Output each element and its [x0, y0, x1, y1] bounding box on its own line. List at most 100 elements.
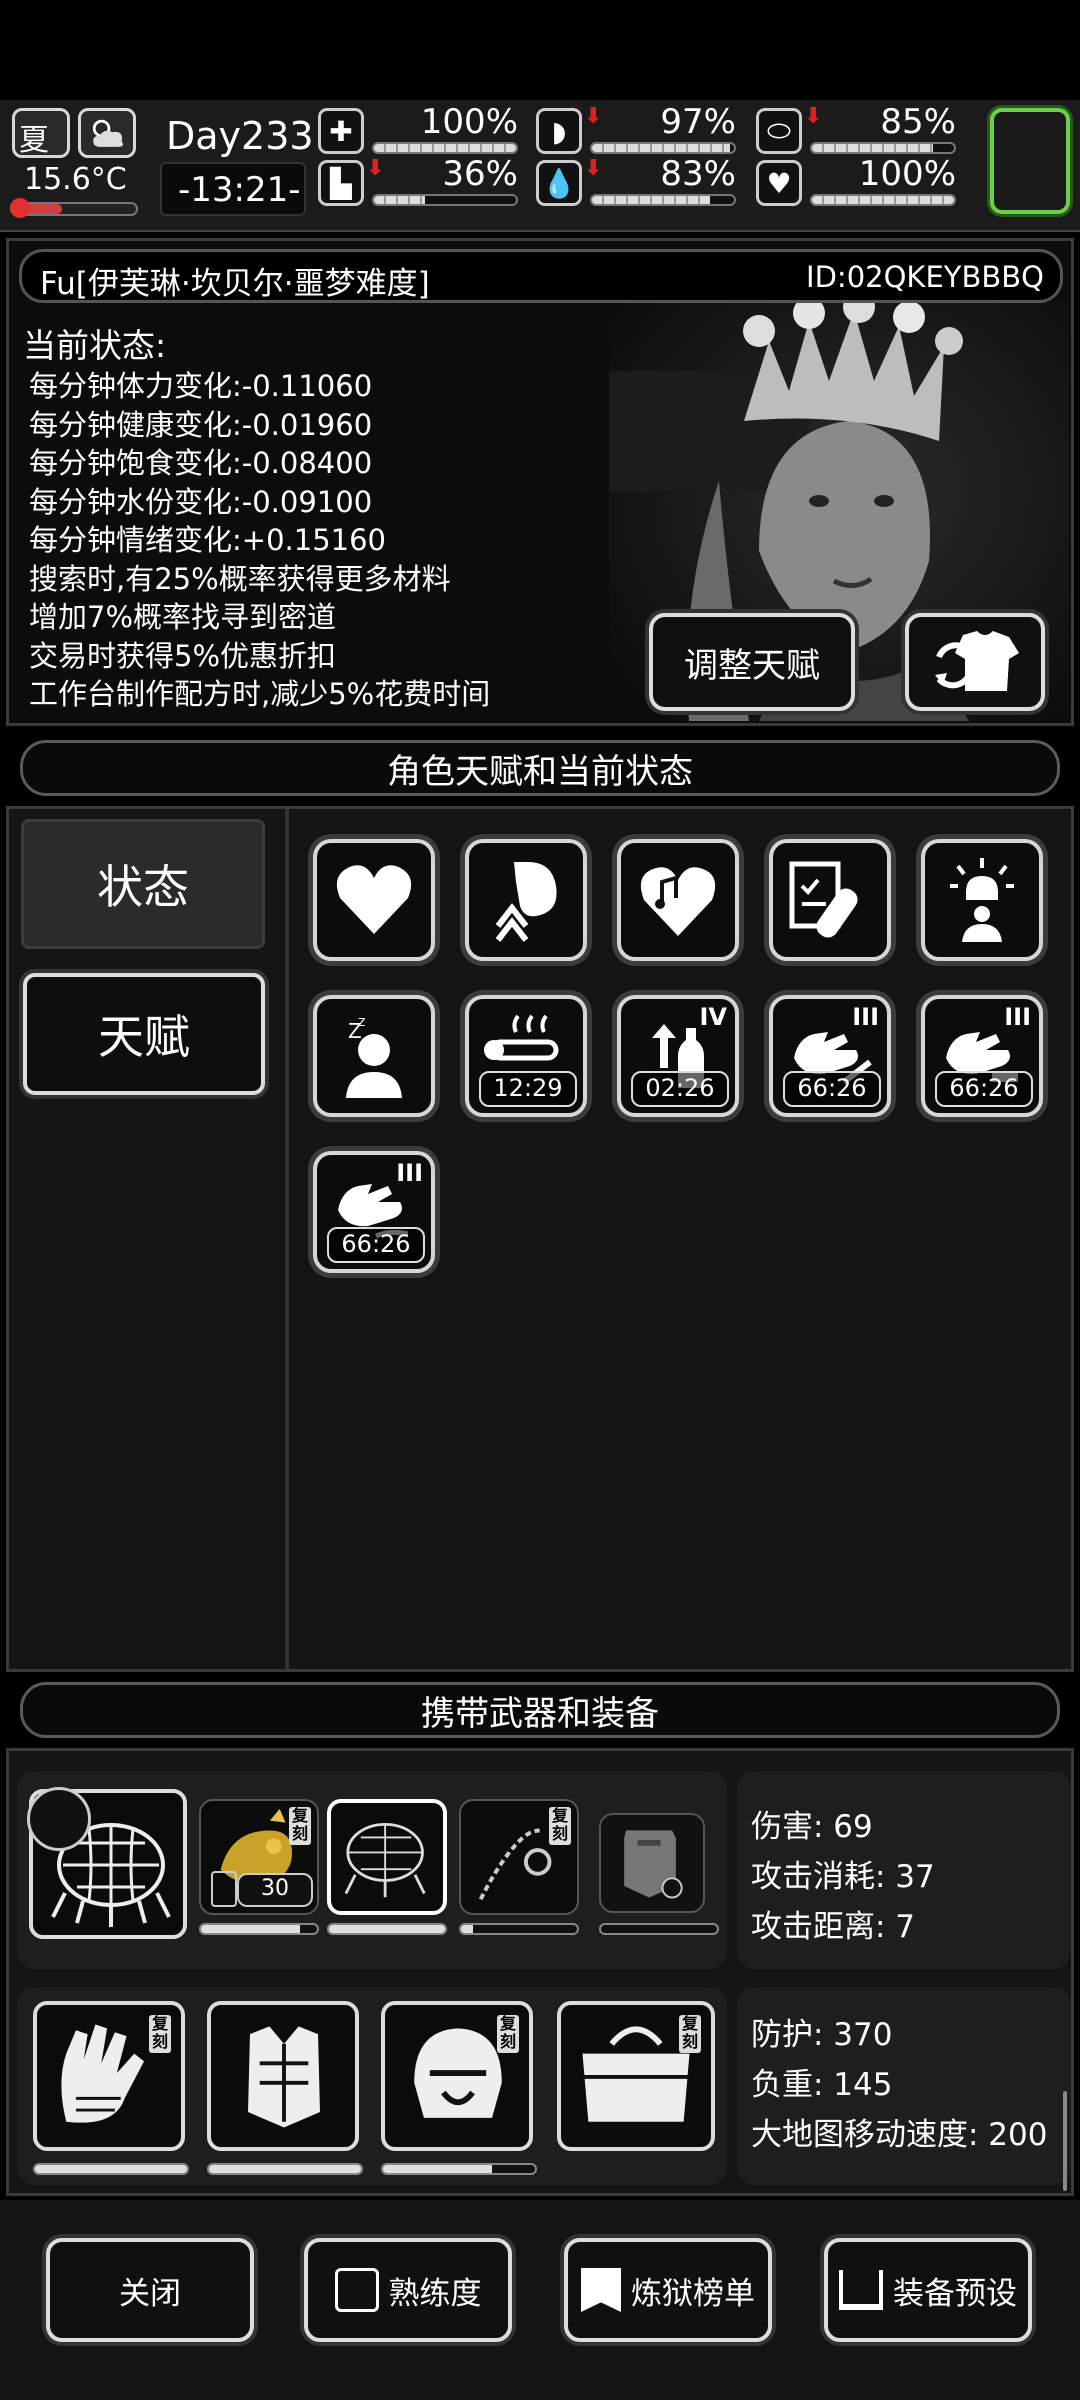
bottle-up-icon[interactable]: IV 02:26: [617, 995, 739, 1117]
copy-tag: 复刻: [549, 1807, 571, 1845]
weapon-stats-box: 伤害: 69 攻击消耗: 37 攻击距离: 7: [737, 1771, 1071, 1969]
weather-icon[interactable]: [78, 108, 136, 158]
proficiency-icon: [334, 2268, 379, 2312]
stat-value: 97%: [660, 102, 736, 142]
stat-value: 83%: [660, 154, 736, 194]
armor-durability-bar: [381, 2163, 537, 2175]
temperature-label: 15.6°C: [24, 162, 127, 197]
close-button[interactable]: 关闭: [46, 2238, 254, 2342]
proficiency-button[interactable]: 熟练度: [304, 2238, 512, 2342]
stat-medkit: ✚ 100%: [318, 102, 530, 158]
ammo-icon: [211, 1871, 237, 1907]
sleeping-person-icon[interactable]: Zz: [313, 995, 435, 1117]
body-armor-slot[interactable]: [207, 2001, 359, 2151]
armor-durability-bar: [207, 2163, 363, 2175]
effect-line: 每分钟水份变化:-0.09100: [29, 484, 373, 519]
hand-tool-icon[interactable]: III 66:26: [921, 995, 1043, 1117]
tier-label: III: [852, 1003, 879, 1031]
ammo-count: 30: [237, 1873, 313, 1907]
copy-tag: 复刻: [149, 2015, 171, 2053]
gloves-slot[interactable]: 复刻: [33, 2001, 185, 2151]
tab-talent[interactable]: 天赋: [23, 973, 265, 1095]
heart-status-icon[interactable]: [313, 839, 435, 961]
effect-line: 每分钟饱食变化:-0.08400: [29, 446, 373, 480]
banner-icon: [581, 2268, 621, 2312]
character-id: ID:02QKEYBBBQ: [806, 260, 1044, 294]
down-arrow-icon: ⬇: [584, 156, 603, 181]
status-title: 当前状态:: [23, 326, 167, 365]
stat-value: 36%: [442, 154, 518, 194]
effect-line: 每分钟体力变化:-0.11060: [29, 369, 373, 403]
bag-slot[interactable]: 复刻: [557, 2001, 715, 2151]
stomach-icon: ◗: [536, 108, 582, 154]
tier-label: III: [396, 1159, 423, 1187]
season-box: 夏: [12, 108, 70, 158]
equipment-panel: 复刻 30 复刻 伤害: 69 攻击消耗: 37 攻击距离: 7 复刻 复刻 复…: [6, 1748, 1074, 2196]
clock-label: -13:21-: [178, 170, 301, 210]
weapon-slot-2[interactable]: 复刻 30: [199, 1799, 319, 1915]
weapon-durability-bar: [199, 1923, 319, 1935]
hand-pencil-icon[interactable]: III 66:26: [769, 995, 891, 1117]
stomach-up-icon[interactable]: [465, 839, 587, 961]
shield-slot[interactable]: [599, 1813, 705, 1913]
weapon-range: 攻击距离: 7: [751, 1909, 916, 1945]
hand-brush-icon[interactable]: III 66:26: [313, 1151, 435, 1273]
stat-bar: [372, 142, 518, 154]
adjust-talent-button[interactable]: 调整天赋: [649, 613, 855, 711]
equipment-preset-button[interactable]: 装备预设: [824, 2238, 1032, 2342]
helmet-slot[interactable]: 复刻: [381, 2001, 533, 2151]
season-label: 夏: [19, 123, 49, 158]
hot-thermometer-icon[interactable]: 12:29: [465, 995, 587, 1117]
change-outfit-button[interactable]: [905, 613, 1045, 711]
copy-tag: 复刻: [679, 2015, 701, 2053]
music-heart-icon[interactable]: [617, 839, 739, 961]
stat-pill: ⬭ ⬇ 85%: [756, 102, 968, 158]
effect-line: 每分钟健康变化:-0.01960: [29, 407, 373, 442]
armor-durability-bar: [33, 2163, 189, 2175]
temperature-bar: [10, 198, 138, 218]
pill-icon: ⬭: [756, 108, 802, 154]
stat-bar: [590, 194, 736, 206]
top-status-bar: 夏 15.6°C Day233 -13:21- ✚ 100% ◗ ⬇ 97% ⬭ ⬇ 85% ▙…: [0, 100, 1080, 232]
weapon-cost: 攻击消耗: 37: [751, 1859, 935, 1895]
move-speed: 大地图移动速度: 200: [751, 2117, 1048, 2153]
download-tray-icon: [839, 2270, 883, 2310]
tier-label: IV: [699, 1003, 727, 1031]
stat-heart: ♥ 100%: [756, 154, 968, 210]
avatar-slot[interactable]: [990, 108, 1070, 214]
weapon-durability-bar: [459, 1923, 579, 1935]
body-armor-icon: [248, 2026, 320, 2128]
effect-line: 每分钟情绪变化:+0.15160: [29, 523, 386, 557]
weapon-slot-3[interactable]: [327, 1799, 447, 1915]
timer-label: 66:26: [327, 1227, 425, 1263]
stat-bar: [590, 142, 736, 154]
down-arrow-icon: ⬇: [804, 104, 823, 129]
ranking-button[interactable]: 炼狱榜单: [564, 2238, 772, 2342]
stat-value: 100%: [858, 154, 956, 194]
alarm-person-icon[interactable]: [921, 839, 1043, 961]
clipboard-bandage-icon[interactable]: [769, 839, 891, 961]
effect-line: 交易时获得5%优惠折扣: [29, 638, 337, 673]
down-arrow-icon: ⬇: [584, 104, 603, 129]
weapon-slot-4[interactable]: 复刻: [459, 1799, 579, 1915]
main-weapon-slot[interactable]: [27, 1787, 187, 1939]
equipment-section-title: 携带武器和装备: [20, 1682, 1060, 1738]
weapon-durability-bar: [327, 1923, 447, 1935]
timer-label: 12:29: [479, 1071, 577, 1107]
stat-bar: [372, 194, 518, 206]
armor-defense: 防护: 370: [751, 2017, 893, 2053]
scrollbar[interactable]: [1063, 2091, 1067, 2191]
footer-bar: 关闭 熟练度 炼狱榜单 装备预设: [0, 2200, 1080, 2400]
stat-water-drop: 💧 ⬇ 83%: [536, 154, 748, 210]
talents-panel: 状态 天赋 Zz 12:29 IV 02:26 III 66:26 III 66:26 III 6…: [6, 806, 1074, 1672]
water-drop-icon: 💧: [536, 160, 582, 206]
stat-bar: [810, 194, 956, 206]
medkit-icon: ✚: [318, 108, 364, 154]
stat-bar: [810, 142, 956, 154]
down-arrow-icon: ⬇: [366, 156, 385, 181]
effect-line: 增加7%概率找寻到密道: [29, 600, 337, 634]
tab-status[interactable]: 状态: [21, 819, 265, 949]
heart-icon: ♥: [756, 160, 802, 206]
armor-weight: 负重: 145: [751, 2067, 893, 2103]
weapon-damage: 伤害: 69: [751, 1809, 873, 1845]
